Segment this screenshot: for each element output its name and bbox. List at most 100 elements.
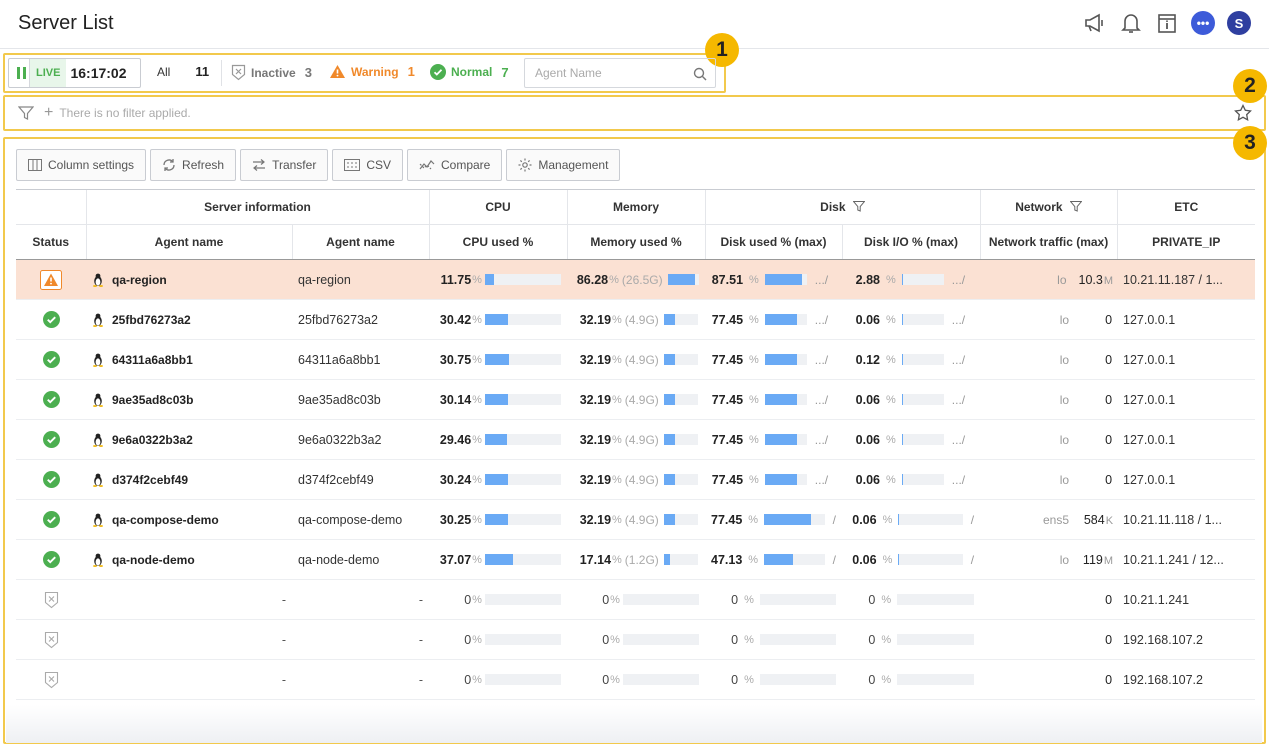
filter-inactive[interactable]: Inactive 3 <box>231 64 312 81</box>
add-filter-icon[interactable]: + <box>44 104 53 122</box>
table-row[interactable]: qa-node-demo qa-node-demo 37.07% 17.14% (1.2… <box>16 539 1256 580</box>
col-network-traffic[interactable]: Network traffic (max) <box>979 224 1118 260</box>
table-row[interactable]: qa-region qa-region 11.75% 86.28% (26.5G) 87.… <box>16 259 1256 300</box>
col-cpu-used[interactable]: CPU used % <box>428 224 568 260</box>
table-row[interactable]: - -0% 0% 0% 0% 0 192.168.107.2 <box>16 619 1256 660</box>
disk-io-more[interactable]: / <box>971 513 974 527</box>
search-icon[interactable] <box>693 67 707 81</box>
network-value: 0 <box>1105 432 1113 447</box>
disk-io-more[interactable]: / <box>971 553 974 567</box>
table-row[interactable]: - -0% 0% 0% 0% 0 192.168.107.2 <box>16 659 1256 700</box>
disk-io-bar-fill <box>898 554 900 565</box>
cpu-value: 0 <box>464 632 472 647</box>
filter-icon[interactable] <box>1069 201 1083 212</box>
cpu-metric: 11.75% <box>435 273 562 287</box>
disk-io-more[interactable]: .../ <box>952 313 965 327</box>
disk-io-more[interactable]: .../ <box>952 473 965 487</box>
agent-name-cell[interactable]: qa-node-demo <box>86 539 292 580</box>
group-disk[interactable]: Disk <box>704 189 981 225</box>
disk-more[interactable]: / <box>833 513 836 527</box>
filter-bar[interactable]: + There is no filter applied. <box>10 98 1260 128</box>
csv-button[interactable]: CSV <box>332 149 403 181</box>
memory-cell: 0% <box>567 579 706 620</box>
refresh-button[interactable]: Refresh <box>150 149 237 181</box>
document-info-icon[interactable] <box>1155 10 1179 36</box>
agent-name-text[interactable]: qa-compose-demo <box>112 513 219 527</box>
disk-cell: 0% <box>705 579 843 620</box>
megaphone-icon[interactable] <box>1083 10 1107 36</box>
agent-name[interactable]: 9ae35ad8c03b <box>92 393 286 407</box>
col-agent-name-2[interactable]: Agent name <box>291 224 430 260</box>
pause-icon[interactable] <box>14 59 30 87</box>
agent-name[interactable]: 25fbd76273a2 <box>92 313 286 327</box>
col-private-ip[interactable]: PRIVATE_IP <box>1116 224 1256 260</box>
transfer-button[interactable]: Transfer <box>240 149 329 181</box>
agent-name-cell[interactable]: qa-compose-demo <box>86 499 292 540</box>
bell-icon[interactable] <box>1119 10 1143 36</box>
agent-name-text[interactable]: 9ae35ad8c03b <box>112 393 193 407</box>
disk-more[interactable]: .../ <box>815 473 828 487</box>
disk-io-more[interactable]: .../ <box>952 273 965 287</box>
disk-more[interactable]: .../ <box>815 313 828 327</box>
agent-name[interactable]: d374f2cebf49 <box>92 473 286 487</box>
agent-name[interactable]: 64311a6a8bb1 <box>92 353 286 367</box>
disk-more[interactable]: .../ <box>815 393 828 407</box>
filter-icon[interactable] <box>18 106 34 120</box>
disk-more[interactable]: .../ <box>815 273 828 287</box>
agent-name-text[interactable]: d374f2cebf49 <box>112 473 188 487</box>
col-memory-used[interactable]: Memory used % <box>566 224 706 260</box>
cpu-bar-fill <box>484 394 508 405</box>
agent-name[interactable]: 9e6a0322b3a2 <box>92 433 286 447</box>
group-network[interactable]: Network <box>979 189 1118 225</box>
table-row[interactable]: 9ae35ad8c03b 9ae35ad8c03b 30.14% 32.19% (4.9… <box>16 379 1256 420</box>
agent-name-cell[interactable]: 25fbd76273a2 <box>86 299 292 340</box>
table-row[interactable]: 25fbd76273a2 25fbd76273a2 30.42% 32.19% (4.9… <box>16 299 1256 340</box>
compare-button[interactable]: Compare <box>407 149 503 181</box>
agent-name-text[interactable]: 25fbd76273a2 <box>112 313 191 327</box>
col-status[interactable]: Status <box>16 224 86 260</box>
disk-pct: % <box>748 553 759 566</box>
agent-name[interactable]: qa-compose-demo <box>92 513 286 527</box>
live-toggle[interactable]: LIVE 16:17:02 <box>8 58 141 88</box>
agent-name[interactable]: qa-node-demo <box>92 553 286 567</box>
agent-name-cell[interactable]: 9e6a0322b3a2 <box>86 419 292 460</box>
agent-name-cell[interactable]: qa-region <box>86 259 292 300</box>
agent-name[interactable]: qa-region <box>92 273 286 287</box>
refresh-icon <box>163 159 175 171</box>
star-icon[interactable] <box>1234 104 1252 122</box>
table-row[interactable]: 64311a6a8bb1 64311a6a8bb1 30.75% 32.19% (4.9… <box>16 339 1256 380</box>
csv-icon <box>344 159 361 171</box>
disk-more[interactable]: / <box>833 553 836 567</box>
agent-name-text[interactable]: 64311a6a8bb1 <box>112 353 193 367</box>
filter-icon[interactable] <box>852 201 866 212</box>
disk-io-more[interactable]: .../ <box>952 393 965 407</box>
disk-io-more[interactable]: .../ <box>952 433 965 447</box>
col-disk-used[interactable]: Disk used % (max) <box>704 224 843 260</box>
avatar[interactable]: S <box>1227 11 1251 35</box>
filter-normal[interactable]: Normal 7 <box>430 64 509 80</box>
agent-name-text[interactable]: qa-region <box>112 273 167 287</box>
col-disk-io[interactable]: Disk I/O % (max) <box>841 224 981 260</box>
management-button[interactable]: Management <box>506 149 621 181</box>
agent-search-input[interactable]: Agent Name <box>524 58 716 88</box>
table-row[interactable]: 9e6a0322b3a2 9e6a0322b3a2 29.46% 32.19% (4.9… <box>16 419 1256 460</box>
disk-more[interactable]: .../ <box>815 353 828 367</box>
agent-name-cell[interactable]: d374f2cebf49 <box>86 459 292 500</box>
filter-warning[interactable]: Warning 1 <box>329 64 415 79</box>
col-agent-name[interactable]: Agent name <box>85 224 292 260</box>
filter-all[interactable]: All 11 <box>157 64 209 79</box>
cpu-value: 30.75 <box>439 352 472 367</box>
disk-bar <box>764 554 825 565</box>
disk-io-more[interactable]: .../ <box>952 353 965 367</box>
cpu-cell: 30.14% <box>429 379 568 420</box>
column-settings-button[interactable]: Column settings <box>16 149 147 181</box>
table-row[interactable]: d374f2cebf49 d374f2cebf49 30.24% 32.19% (4.9… <box>16 459 1256 500</box>
chat-icon[interactable]: ••• <box>1191 11 1215 35</box>
table-row[interactable]: - -0% 0% 0% 0% 0 10.21.1.241 <box>16 579 1256 620</box>
table-row[interactable]: qa-compose-demo qa-compose-demo 30.25% 32.1… <box>16 499 1256 540</box>
disk-more[interactable]: .../ <box>815 433 828 447</box>
agent-name-text[interactable]: 9e6a0322b3a2 <box>112 433 193 447</box>
agent-name-cell[interactable]: 9ae35ad8c03b <box>86 379 292 420</box>
agent-name-cell[interactable]: 64311a6a8bb1 <box>86 339 292 380</box>
agent-name-text[interactable]: qa-node-demo <box>112 553 195 567</box>
